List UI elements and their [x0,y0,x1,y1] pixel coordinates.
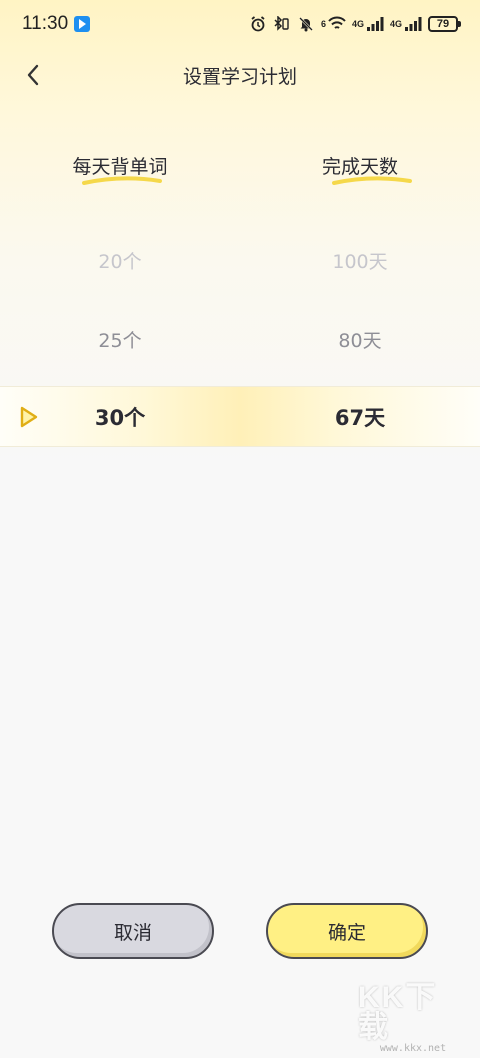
words-per-day-label: 每天背单词 [72,156,168,178]
mute-icon [297,15,315,33]
status-bar: 11:30 6 4G 4G 79 [0,0,480,48]
status-time: 11:30 [22,13,69,34]
signal-icon [366,15,384,33]
bluetooth-vibrate-icon [273,15,291,33]
cancel-button[interactable]: 取消 [52,903,214,959]
alarm-icon [249,15,267,33]
words-option-selected[interactable]: 30个 [0,402,240,432]
header: 设置学习计划 [0,50,480,100]
back-button[interactable] [16,58,50,92]
wifi-icon [328,15,346,33]
words-option[interactable]: 20个 [0,247,240,274]
watermark-url: www.kkx.net [379,1043,447,1054]
days-option-selected[interactable]: 67天 [240,402,480,432]
watermark: KK下载 www.kkx.net [358,983,468,1055]
battery-indicator: 79 [428,16,461,32]
words-option[interactable]: 25个 [0,326,240,353]
wifi-label: 6 [320,19,326,29]
days-header: 完成天数 [240,152,480,185]
days-option[interactable]: 100天 [240,247,480,274]
days-option[interactable]: 80天 [240,326,480,353]
app-notification-icon [74,16,91,32]
page-title: 设置学习计划 [182,65,297,88]
status-icons: 6 4G 4G 79 [249,15,461,33]
network-type-1: 4G [351,19,364,29]
chevron-left-icon [27,64,39,86]
watermark-logo: KK下载 [358,981,438,1044]
confirm-button[interactable]: 确定 [266,903,428,959]
network-type-2: 4G [389,19,402,29]
days-label: 完成天数 [321,156,398,178]
words-per-day-header: 每天背单词 [0,152,240,185]
signal-icon-2 [404,15,422,33]
